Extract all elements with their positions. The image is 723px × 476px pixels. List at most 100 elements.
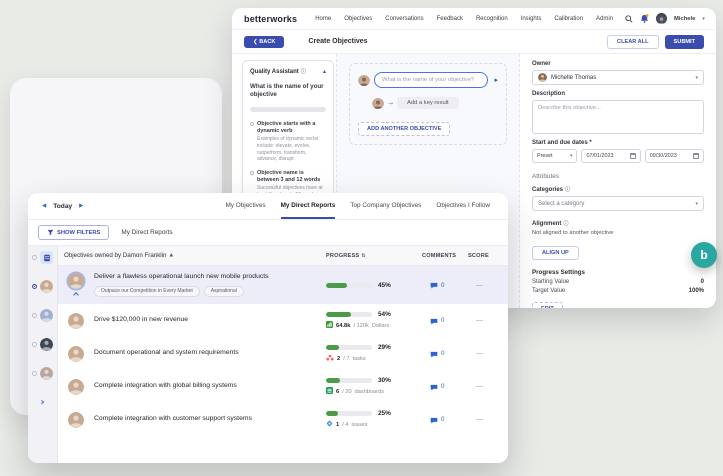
- nav-item-feedback[interactable]: Feedback: [437, 16, 463, 22]
- search-icon[interactable]: [625, 10, 633, 28]
- submit-button[interactable]: SUBMIT: [664, 34, 704, 49]
- table-row[interactable]: Drive $120,000 in new revenue 54% 64.8k/ 1…: [58, 304, 508, 337]
- person-avatar: [40, 309, 53, 322]
- due-date-field[interactable]: 09/30/2023: [644, 149, 704, 163]
- comment-count[interactable]: 0: [441, 350, 444, 357]
- progress-metric: 64.8k/ 120k Dollars: [326, 321, 422, 330]
- comment-count[interactable]: 0: [441, 383, 444, 390]
- comments-cell[interactable]: 0: [422, 345, 468, 363]
- objective-tag[interactable]: Aspirational: [203, 285, 244, 297]
- objectives-tabs: My Objectives My Direct Reports Top Compan…: [225, 193, 494, 219]
- radio-button[interactable]: [32, 255, 37, 260]
- column-header-score: SCORE: [468, 252, 489, 259]
- chat-widget-button[interactable]: b: [691, 242, 717, 268]
- quality-check-title: Objective name is between 3 and 12 words: [257, 170, 321, 184]
- add-another-objective-button[interactable]: ADD ANOTHER OBJECTIVE: [358, 122, 451, 136]
- table-row[interactable]: Deliver a flawless operational launch ne…: [58, 266, 508, 304]
- table-row[interactable]: Document operational and system requirem…: [58, 337, 508, 370]
- objectives-table: Objectives owned by Damon Franklin ▲ PROG…: [58, 246, 508, 463]
- collapse-icon[interactable]: ▴: [323, 68, 326, 75]
- tab-my-direct-reports[interactable]: My Direct Reports: [280, 193, 336, 219]
- comments-cell[interactable]: 0: [422, 312, 468, 330]
- progress-bar-line: 54%: [326, 311, 422, 318]
- add-key-result-button[interactable]: Add a key result: [397, 97, 459, 109]
- row-avatar-cell: [64, 273, 88, 298]
- table-row[interactable]: Complete integration with global billing…: [58, 370, 508, 403]
- start-date-field[interactable]: 07/01/2023: [581, 149, 641, 163]
- objective-title: Document operational and system requirem…: [94, 349, 239, 357]
- next-period-icon[interactable]: ▶: [79, 203, 83, 209]
- user-avatar[interactable]: [656, 13, 668, 24]
- rail-item-company[interactable]: [32, 251, 53, 264]
- sort-ascending-icon: ▲: [169, 253, 173, 258]
- previous-period-icon[interactable]: ◀: [42, 203, 46, 209]
- nav-item-insights[interactable]: Insights: [521, 16, 542, 22]
- info-icon: ⓘ: [300, 69, 306, 75]
- clear-all-button[interactable]: CLEAR ALL: [607, 34, 659, 49]
- rail-item-person-1[interactable]: [32, 280, 53, 293]
- edit-progress-button[interactable]: EDIT: [532, 302, 563, 308]
- expand-objective-icon[interactable]: ▸: [494, 76, 498, 84]
- comment-count[interactable]: 0: [441, 317, 444, 324]
- tab-my-objectives[interactable]: My Objectives: [225, 193, 265, 219]
- bell-icon[interactable]: [640, 10, 649, 28]
- page-title: Create Objectives: [308, 38, 368, 45]
- objective-name-input[interactable]: [374, 72, 489, 88]
- progress-bar-line: 30%: [326, 377, 422, 384]
- table-row[interactable]: Complete integration with customer suppo…: [58, 403, 508, 436]
- progress-bar-fill: [326, 378, 340, 383]
- nav-item-admin[interactable]: Admin: [596, 16, 613, 22]
- tab-objectives-i-follow[interactable]: Objectives I Follow: [436, 193, 490, 219]
- radio-button[interactable]: [32, 284, 37, 289]
- show-filters-button[interactable]: SHOW FILTERS: [38, 225, 110, 240]
- comments-cell[interactable]: 0: [422, 411, 468, 429]
- comments-cell[interactable]: 0: [422, 378, 468, 396]
- top-bar-right: Michele ▾: [625, 10, 705, 28]
- nav-item-conversations[interactable]: Conversations: [385, 16, 423, 22]
- align-up-button[interactable]: ALIGN UP: [532, 246, 579, 260]
- rail-item-person-2[interactable]: [32, 309, 53, 322]
- radio-button[interactable]: [32, 313, 37, 318]
- categories-placeholder: Select a category: [538, 200, 585, 207]
- objective-tag[interactable]: Outpace our Competition in Every Market: [94, 285, 200, 297]
- objective-rows: Deliver a flawless operational launch ne…: [58, 266, 508, 463]
- radio-button[interactable]: [32, 371, 37, 376]
- comments-cell[interactable]: 0: [422, 276, 468, 294]
- chevron-down-icon: ▾: [695, 200, 698, 207]
- expand-rail-icon[interactable]: ›: [40, 398, 44, 408]
- comment-count[interactable]: 0: [441, 416, 444, 423]
- metric-value: 2: [337, 355, 341, 362]
- person-avatar: [40, 280, 53, 293]
- main-nav: Home Objectives Conversations Feedback Recog…: [315, 16, 613, 22]
- nav-item-objectives[interactable]: Objectives: [344, 16, 372, 22]
- chevron-down-icon[interactable]: ▾: [702, 16, 705, 22]
- nav-item-recognition[interactable]: Recognition: [476, 16, 508, 22]
- objective-owner-avatar: [68, 312, 84, 329]
- page-header-bar: ❮ BACK Create Objectives CLEAR ALL SUBMI…: [232, 30, 716, 54]
- nav-item-calibration[interactable]: Calibration: [554, 16, 583, 22]
- progress-bar-line: 45%: [326, 282, 422, 289]
- date-preset-select[interactable]: Preset ▾: [532, 149, 578, 163]
- score-cell: —: [476, 350, 483, 357]
- description-textarea[interactable]: Describe this objective...: [532, 100, 704, 134]
- nav-item-home[interactable]: Home: [315, 16, 331, 22]
- comment-bubble-icon: [430, 345, 438, 363]
- owner-select[interactable]: Michelle Thomas ▾: [532, 70, 704, 85]
- back-button[interactable]: ❮ BACK: [244, 35, 285, 48]
- collapse-row-icon[interactable]: [73, 292, 79, 298]
- rail-item-person-3[interactable]: [32, 338, 53, 351]
- user-name[interactable]: Michele: [674, 16, 695, 22]
- column-header-name[interactable]: Objectives owned by Damon Franklin ▲: [64, 252, 326, 259]
- categories-select[interactable]: Select a category ▾: [532, 196, 704, 211]
- progress-bar-fill: [326, 282, 347, 288]
- comment-count[interactable]: 0: [441, 282, 444, 289]
- radio-button[interactable]: [32, 342, 37, 347]
- progress-cell: 54% 64.8k/ 120k Dollars: [326, 311, 422, 330]
- column-header-progress[interactable]: PROGRESS ⇅: [326, 253, 422, 259]
- tab-top-company-objectives[interactable]: Top Company Objectives: [350, 193, 421, 219]
- objectives-table-panel: ◀ Today ▶ My Objectives My Direct Reports…: [28, 193, 508, 463]
- today-label[interactable]: Today: [53, 203, 72, 210]
- rail-item-person-4[interactable]: [32, 367, 53, 380]
- progress-bar: [326, 411, 372, 416]
- objective-owner-avatar: [68, 411, 84, 428]
